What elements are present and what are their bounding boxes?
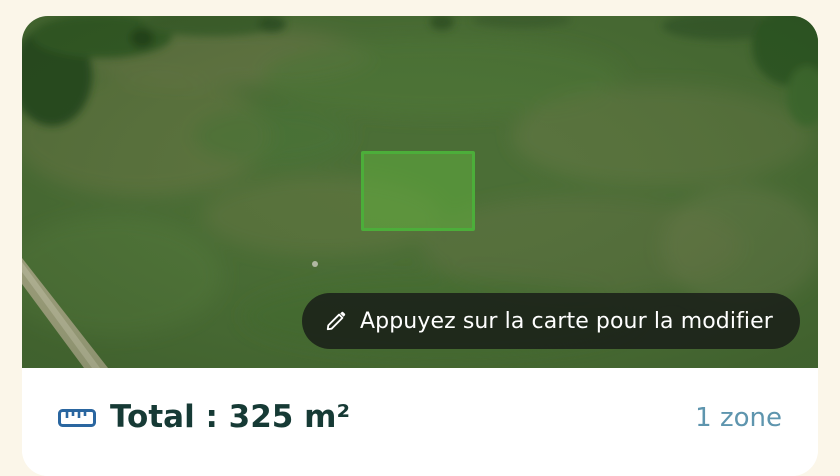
area-summary: Total : 325 m² 1 zone bbox=[22, 368, 818, 476]
satellite-map[interactable]: Appuyez sur la carte pour la modifier bbox=[22, 16, 818, 368]
area-card: Appuyez sur la carte pour la modifier To… bbox=[22, 16, 818, 476]
ruler-icon bbox=[58, 406, 96, 430]
pencil-icon bbox=[324, 309, 348, 333]
edit-map-hint-text: Appuyez sur la carte pour la modifier bbox=[360, 308, 773, 334]
zone-count: 1 zone bbox=[695, 403, 782, 433]
total-area-label: Total : 325 m² bbox=[110, 399, 351, 435]
edit-map-hint[interactable]: Appuyez sur la carte pour la modifier bbox=[302, 293, 800, 349]
drawn-zone-polygon[interactable] bbox=[361, 151, 475, 231]
